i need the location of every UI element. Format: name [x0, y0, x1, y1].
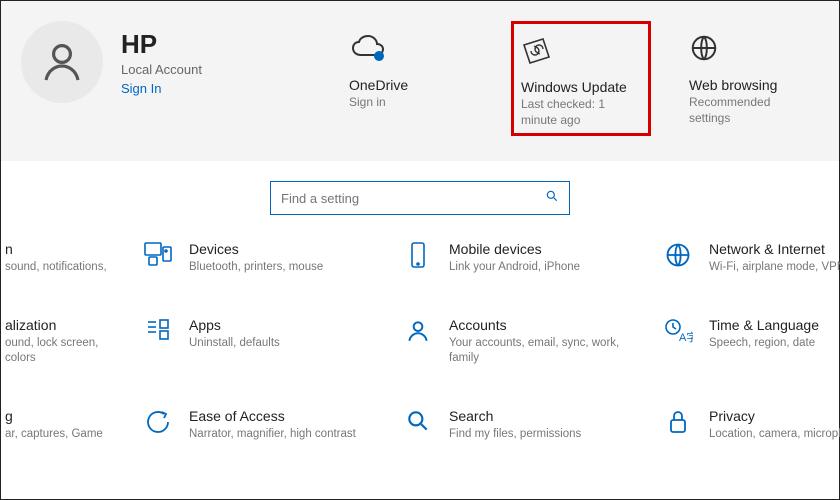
category-system-partial[interactable]: n sound, notifications,: [1, 241, 141, 275]
category-accounts[interactable]: Accounts Your accounts, email, sync, wor…: [401, 317, 661, 366]
category-sub: Uninstall, defaults: [189, 336, 280, 351]
search-icon: [545, 189, 559, 208]
avatar: [21, 21, 103, 103]
account-block[interactable]: HP Local Account Sign In: [21, 21, 321, 103]
tile-web-browsing[interactable]: Web browsing Recommended settings: [681, 21, 821, 136]
tile-windows-update[interactable]: Windows Update Last checked: 1 minute ag…: [511, 21, 651, 136]
update-icon: [521, 29, 641, 71]
globe-icon: [689, 27, 813, 69]
category-title: Ease of Access: [189, 408, 356, 424]
search-box[interactable]: [270, 181, 570, 215]
category-apps[interactable]: Apps Uninstall, defaults: [141, 317, 401, 366]
search-row: [1, 181, 839, 215]
category-network[interactable]: Network & Internet Wi-Fi, airplane mode,…: [661, 241, 840, 275]
category-sub: Speech, region, date: [709, 336, 819, 351]
category-gaming-partial[interactable]: g ar, captures, Game: [1, 408, 141, 442]
globe-icon: [661, 241, 695, 275]
user-icon: [38, 38, 86, 86]
category-time-language[interactable]: A字 Time & Language Speech, region, date: [661, 317, 840, 366]
phone-icon: [401, 241, 435, 275]
tile-sub: Sign in: [349, 95, 473, 111]
category-sub: Link your Android, iPhone: [449, 260, 580, 275]
category-ease-of-access[interactable]: Ease of Access Narrator, magnifier, high…: [141, 408, 401, 442]
search-input[interactable]: [281, 191, 545, 206]
category-title: Accounts: [449, 317, 645, 333]
tile-title: Web browsing: [689, 77, 813, 93]
category-title: Mobile devices: [449, 241, 580, 257]
tile-sub: Recommended settings: [689, 95, 813, 126]
category-sub: Bluetooth, printers, mouse: [189, 260, 323, 275]
category-title: Search: [449, 408, 581, 424]
category-sub: Find my files, permissions: [449, 427, 581, 442]
person-icon: [401, 317, 435, 366]
search-icon: [401, 408, 435, 442]
category-search[interactable]: Search Find my files, permissions: [401, 408, 661, 442]
category-title: Privacy: [709, 408, 840, 424]
svg-text:A字: A字: [679, 330, 693, 344]
header: HP Local Account Sign In OneDrive Sign i…: [1, 1, 839, 161]
tile-sub: Last checked: 1 minute ago: [521, 97, 641, 128]
category-sub: Location, camera, microphone: [709, 427, 840, 442]
tile-title: Windows Update: [521, 79, 641, 95]
category-title: Apps: [189, 317, 280, 333]
category-privacy[interactable]: Privacy Location, camera, microphone: [661, 408, 840, 442]
account-name: HP: [121, 29, 202, 60]
time-language-icon: A字: [661, 317, 695, 366]
category-sub: Wi-Fi, airplane mode, VPN: [709, 260, 840, 275]
ease-of-access-icon: [141, 408, 175, 442]
category-personalization-partial[interactable]: alization ound, lock screen, colors: [1, 317, 141, 366]
apps-icon: [141, 317, 175, 366]
category-sub: Narrator, magnifier, high contrast: [189, 427, 356, 442]
tile-title: OneDrive: [349, 77, 473, 93]
lock-icon: [661, 408, 695, 442]
account-text: HP Local Account Sign In: [121, 29, 202, 96]
tile-onedrive[interactable]: OneDrive Sign in: [341, 21, 481, 136]
category-title: Network & Internet: [709, 241, 840, 257]
category-title: Devices: [189, 241, 323, 257]
devices-icon: [141, 241, 175, 275]
account-type: Local Account: [121, 62, 202, 77]
cloud-icon: [349, 27, 473, 69]
category-sub: Your accounts, email, sync, work, family: [449, 336, 645, 366]
category-mobile-devices[interactable]: Mobile devices Link your Android, iPhone: [401, 241, 661, 275]
sign-in-link[interactable]: Sign In: [121, 81, 202, 96]
header-tiles: OneDrive Sign in Windows Update Last che…: [341, 21, 821, 136]
category-title: Time & Language: [709, 317, 819, 333]
category-devices[interactable]: Devices Bluetooth, printers, mouse: [141, 241, 401, 275]
categories-grid: n sound, notifications, Devices Bluetoot…: [1, 241, 839, 442]
